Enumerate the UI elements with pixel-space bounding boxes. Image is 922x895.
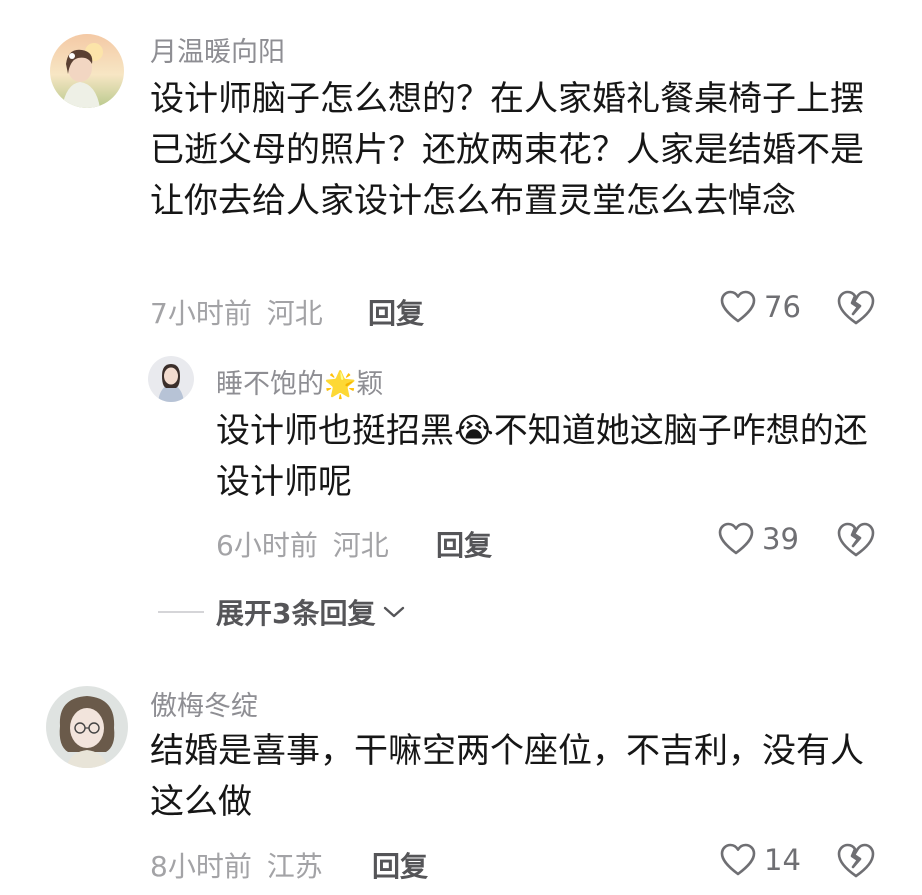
avatar[interactable] [50,34,124,108]
comment-username[interactable]: 月温暖向阳 [150,30,285,69]
reply-avatar[interactable] [148,356,194,402]
like-button[interactable]: 14 [720,843,801,877]
reply-like-count: 39 [762,522,799,556]
crying-emoji-icon: 😭 [454,411,494,451]
like-button[interactable]: 76 [720,290,801,324]
broken-heart-icon [837,843,875,878]
expand-replies-button[interactable]: 展开3条回复 [158,592,407,632]
reply-reply-button[interactable]: 回复 [436,524,492,564]
comment-time: 8小时前 [150,850,252,883]
heart-icon [720,843,756,876]
reply-like-button[interactable]: 39 [718,522,799,556]
avatar-image [46,686,128,768]
comment-meta: 8小时前 江苏 [150,845,323,885]
reply-time: 6小时前 [216,529,318,562]
broken-heart-icon [837,522,875,557]
expand-divider [158,611,204,613]
reply-meta: 6小时前 河北 [216,524,389,564]
broken-heart-icon [837,290,875,325]
comment-meta: 7小时前 河北 [150,292,323,332]
avatar-image [50,34,124,108]
comment-username[interactable]: 傲梅冬绽 [150,684,258,723]
reply-text-part1: 设计师也挺招黑 [216,411,454,451]
like-count: 76 [764,290,801,324]
star-emoji-icon: 🌟 [324,370,357,400]
comment-list: 月温暖向阳 设计师脑子怎么想的？在人家婚礼餐桌椅子上摆已逝父母的照片？还放两束花… [0,0,922,895]
like-count: 14 [764,843,801,877]
expand-replies-label: 展开3条回复 [216,597,376,630]
reply-location: 河北 [332,529,389,562]
comment-location: 河北 [266,297,323,330]
reply-button[interactable]: 回复 [368,292,424,332]
avatar-image [148,356,194,402]
reply-username-suffix: 颖 [356,369,384,400]
heart-icon [720,290,756,323]
reply-username[interactable]: 睡不饱的🌟颖 [216,362,383,401]
chevron-down-icon [384,606,405,618]
avatar[interactable] [46,686,128,768]
reply-dislike-button[interactable] [837,522,875,562]
reply-button[interactable]: 回复 [372,845,428,885]
heart-icon [718,522,754,555]
reply-text: 设计师也挺招黑😭不知道她这脑子咋想的还设计师呢 [216,406,876,508]
dislike-button[interactable] [837,843,875,883]
dislike-button[interactable] [837,290,875,330]
reply-username-prefix: 睡不饱的 [216,369,324,400]
comment-text: 结婚是喜事，干嘛空两个座位，不吉利，没有人这么做 [150,731,864,822]
comment-location: 江苏 [266,850,323,883]
comment-time: 7小时前 [150,297,252,330]
comment-text: 设计师脑子怎么想的？在人家婚礼餐桌椅子上摆已逝父母的照片？还放两束花？人家是结婚… [150,79,864,221]
